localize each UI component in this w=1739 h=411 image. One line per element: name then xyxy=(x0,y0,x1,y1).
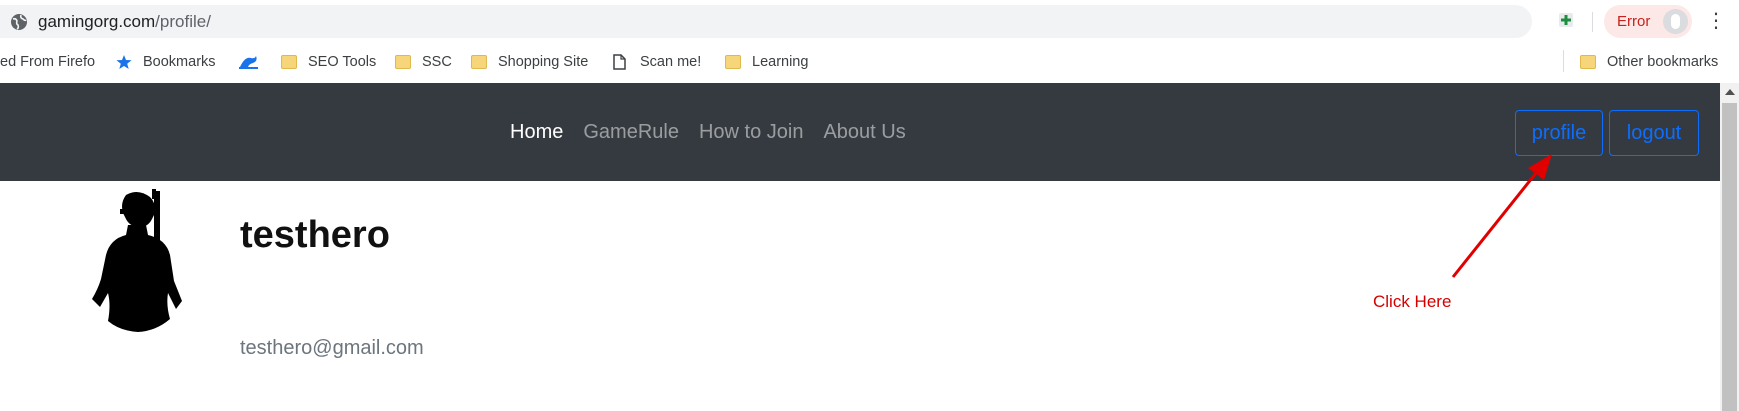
nav-about-us[interactable]: About Us xyxy=(823,121,905,144)
bookmark-label: SEO Tools xyxy=(308,54,377,70)
nav-gamerule[interactable]: GameRule xyxy=(583,121,679,144)
bookmark-shopping-site[interactable]: Shopping Site xyxy=(471,51,588,73)
bookmark-bookmarks[interactable]: Bookmarks xyxy=(116,51,216,73)
nav-links: Home GameRule How to Join About Us xyxy=(510,83,926,181)
extension-add-icon[interactable] xyxy=(1556,10,1576,30)
bookmark-ssc[interactable]: SSC xyxy=(395,51,452,73)
profile-email: testhero@gmail.com xyxy=(240,337,424,359)
address-bar[interactable]: gamingorg.com/profile/ xyxy=(0,5,1532,38)
bookmark-label: SSC xyxy=(422,54,452,70)
bookmark-wave[interactable] xyxy=(239,51,259,73)
browser-toolbar: gamingorg.com/profile/ Error ⋮ xyxy=(0,0,1739,42)
scroll-up-arrow-icon[interactable] xyxy=(1725,89,1735,95)
bookmark-label: Bookmarks xyxy=(143,54,216,70)
url-path: /profile/ xyxy=(155,11,211,31)
folder-icon xyxy=(725,55,741,69)
bookmarks-bar: ed From Firefo Bookmarks SEO Tools SSC S… xyxy=(0,42,1739,82)
bookmarks-divider xyxy=(1563,50,1564,72)
logout-button[interactable]: logout xyxy=(1609,110,1699,156)
bookmark-label: Learning xyxy=(752,54,809,70)
star-icon xyxy=(116,54,132,70)
annotation-arrow-icon xyxy=(1451,154,1552,278)
profile-username: testhero xyxy=(240,214,390,256)
soldier-silhouette-icon xyxy=(78,189,198,335)
folder-icon xyxy=(471,55,487,69)
bookmark-label: Shopping Site xyxy=(498,54,589,70)
folder-icon xyxy=(1580,55,1596,69)
folder-icon xyxy=(281,55,297,69)
url-text: gamingorg.com/profile/ xyxy=(38,12,211,32)
nav-how-to-join[interactable]: How to Join xyxy=(699,121,804,144)
bookmark-label: Other bookmarks xyxy=(1607,54,1719,70)
profile-avatar-icon xyxy=(1663,9,1688,34)
page-scrollbar[interactable] xyxy=(1720,83,1739,411)
nav-home[interactable]: Home xyxy=(510,121,563,144)
scroll-thumb[interactable] xyxy=(1722,103,1737,411)
folder-icon xyxy=(395,55,411,69)
bookmark-imported[interactable]: ed From Firefo xyxy=(0,51,95,73)
bookmark-learning[interactable]: Learning xyxy=(725,51,808,73)
page-icon xyxy=(613,54,626,70)
toolbar-divider xyxy=(1592,12,1593,32)
bookmark-scan-me[interactable]: Scan me! xyxy=(613,51,701,73)
url-host: gamingorg.com xyxy=(38,11,156,31)
bookmark-seo-tools[interactable]: SEO Tools xyxy=(281,51,376,73)
profile-error-button[interactable]: Error xyxy=(1604,5,1692,38)
bookmark-label: ed From Firefo xyxy=(0,54,96,70)
globe-icon xyxy=(10,13,28,31)
bookmark-other[interactable]: Other bookmarks xyxy=(1580,51,1718,73)
bookmark-label: Scan me! xyxy=(640,54,702,70)
annotation-text: Click Here xyxy=(1373,292,1452,311)
profile-status-label: Error xyxy=(1617,13,1651,30)
browser-menu-icon[interactable]: ⋮ xyxy=(1706,9,1726,33)
wave-icon xyxy=(239,54,259,70)
